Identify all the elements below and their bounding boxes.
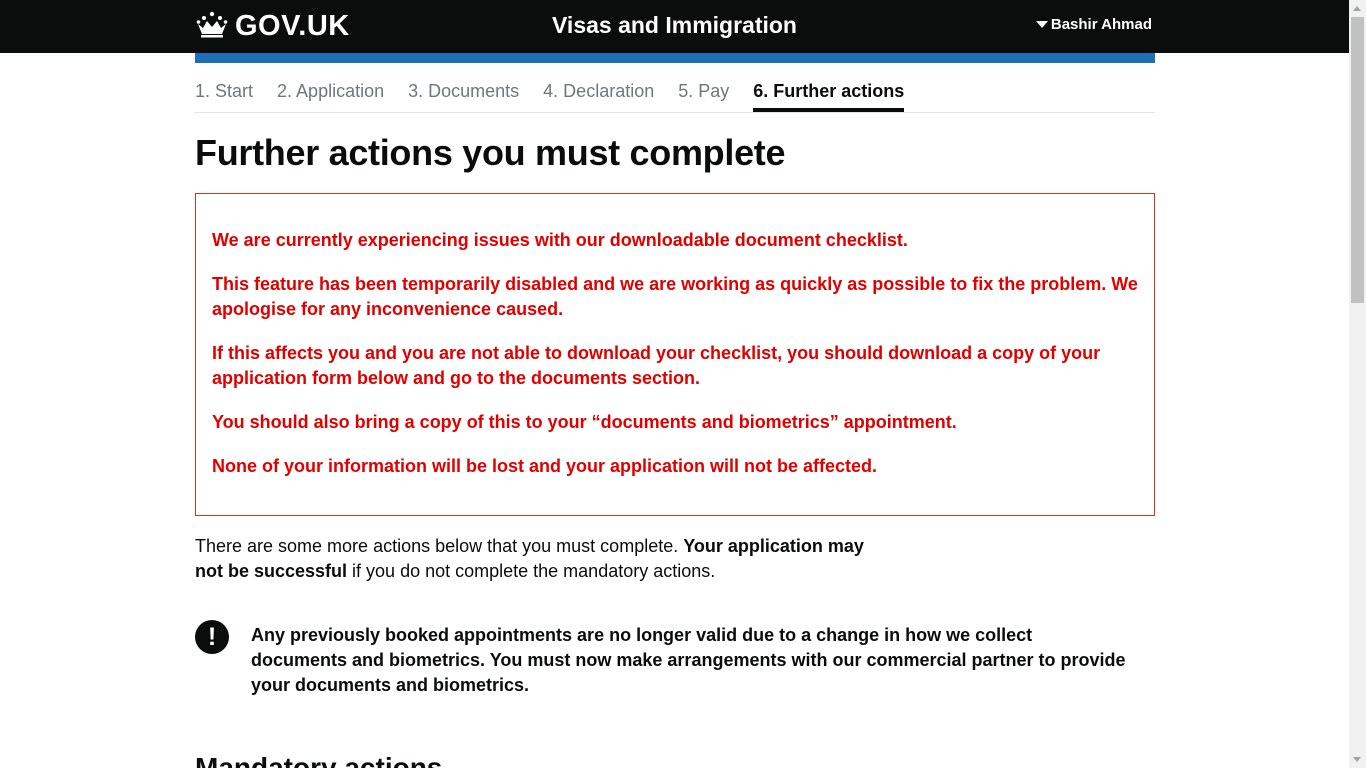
intro-text: There are some more actions below that y… [195, 534, 895, 584]
accent-bar [195, 53, 1155, 63]
intro-text-start: There are some more actions below that y… [195, 536, 684, 556]
alert-paragraph: None of your information will be lost an… [212, 456, 878, 476]
page: GOV.UK Visas and Immigration Bashir Ahma… [0, 0, 1349, 768]
site-header: GOV.UK Visas and Immigration Bashir Ahma… [0, 0, 1349, 53]
step-declaration[interactable]: 4. Declaration [543, 78, 654, 112]
user-menu[interactable]: Bashir Ahmad [1035, 16, 1152, 33]
scroll-up-arrow-icon[interactable] [1353, 6, 1361, 11]
step-pay[interactable]: 5. Pay [678, 78, 729, 112]
vertical-scrollbar[interactable] [1349, 0, 1366, 768]
error-alert-box: We are currently experiencing issues wit… [195, 193, 1155, 516]
warning-icon: ! [195, 620, 229, 654]
intro-text-end: if you do not complete the mandatory act… [347, 561, 716, 581]
caret-down-icon [1035, 21, 1048, 28]
scroll-down-arrow-icon[interactable] [1353, 757, 1361, 762]
user-name: Bashir Ahmad [1050, 16, 1152, 33]
alert-paragraph: We are currently experiencing issues wit… [212, 230, 908, 250]
page-title: Further actions you must complete [195, 132, 786, 173]
alert-paragraph: This feature has been temporarily disabl… [212, 274, 1138, 319]
scrollbar-thumb[interactable] [1351, 17, 1364, 303]
step-start[interactable]: 1. Start [195, 78, 253, 112]
mandatory-actions-heading: Mandatory actions [195, 752, 443, 768]
warning-text: Any previously booked appointments are n… [251, 625, 1126, 695]
step-documents[interactable]: 3. Documents [408, 78, 519, 112]
step-application[interactable]: 2. Application [277, 78, 384, 112]
progress-steps: 1. Start 2. Application 3. Documents 4. … [195, 78, 1155, 113]
alert-paragraph: You should also bring a copy of this to … [212, 412, 957, 432]
alert-paragraph: If this affects you and you are not able… [212, 343, 1101, 388]
step-further-actions[interactable]: 6. Further actions [753, 78, 905, 112]
